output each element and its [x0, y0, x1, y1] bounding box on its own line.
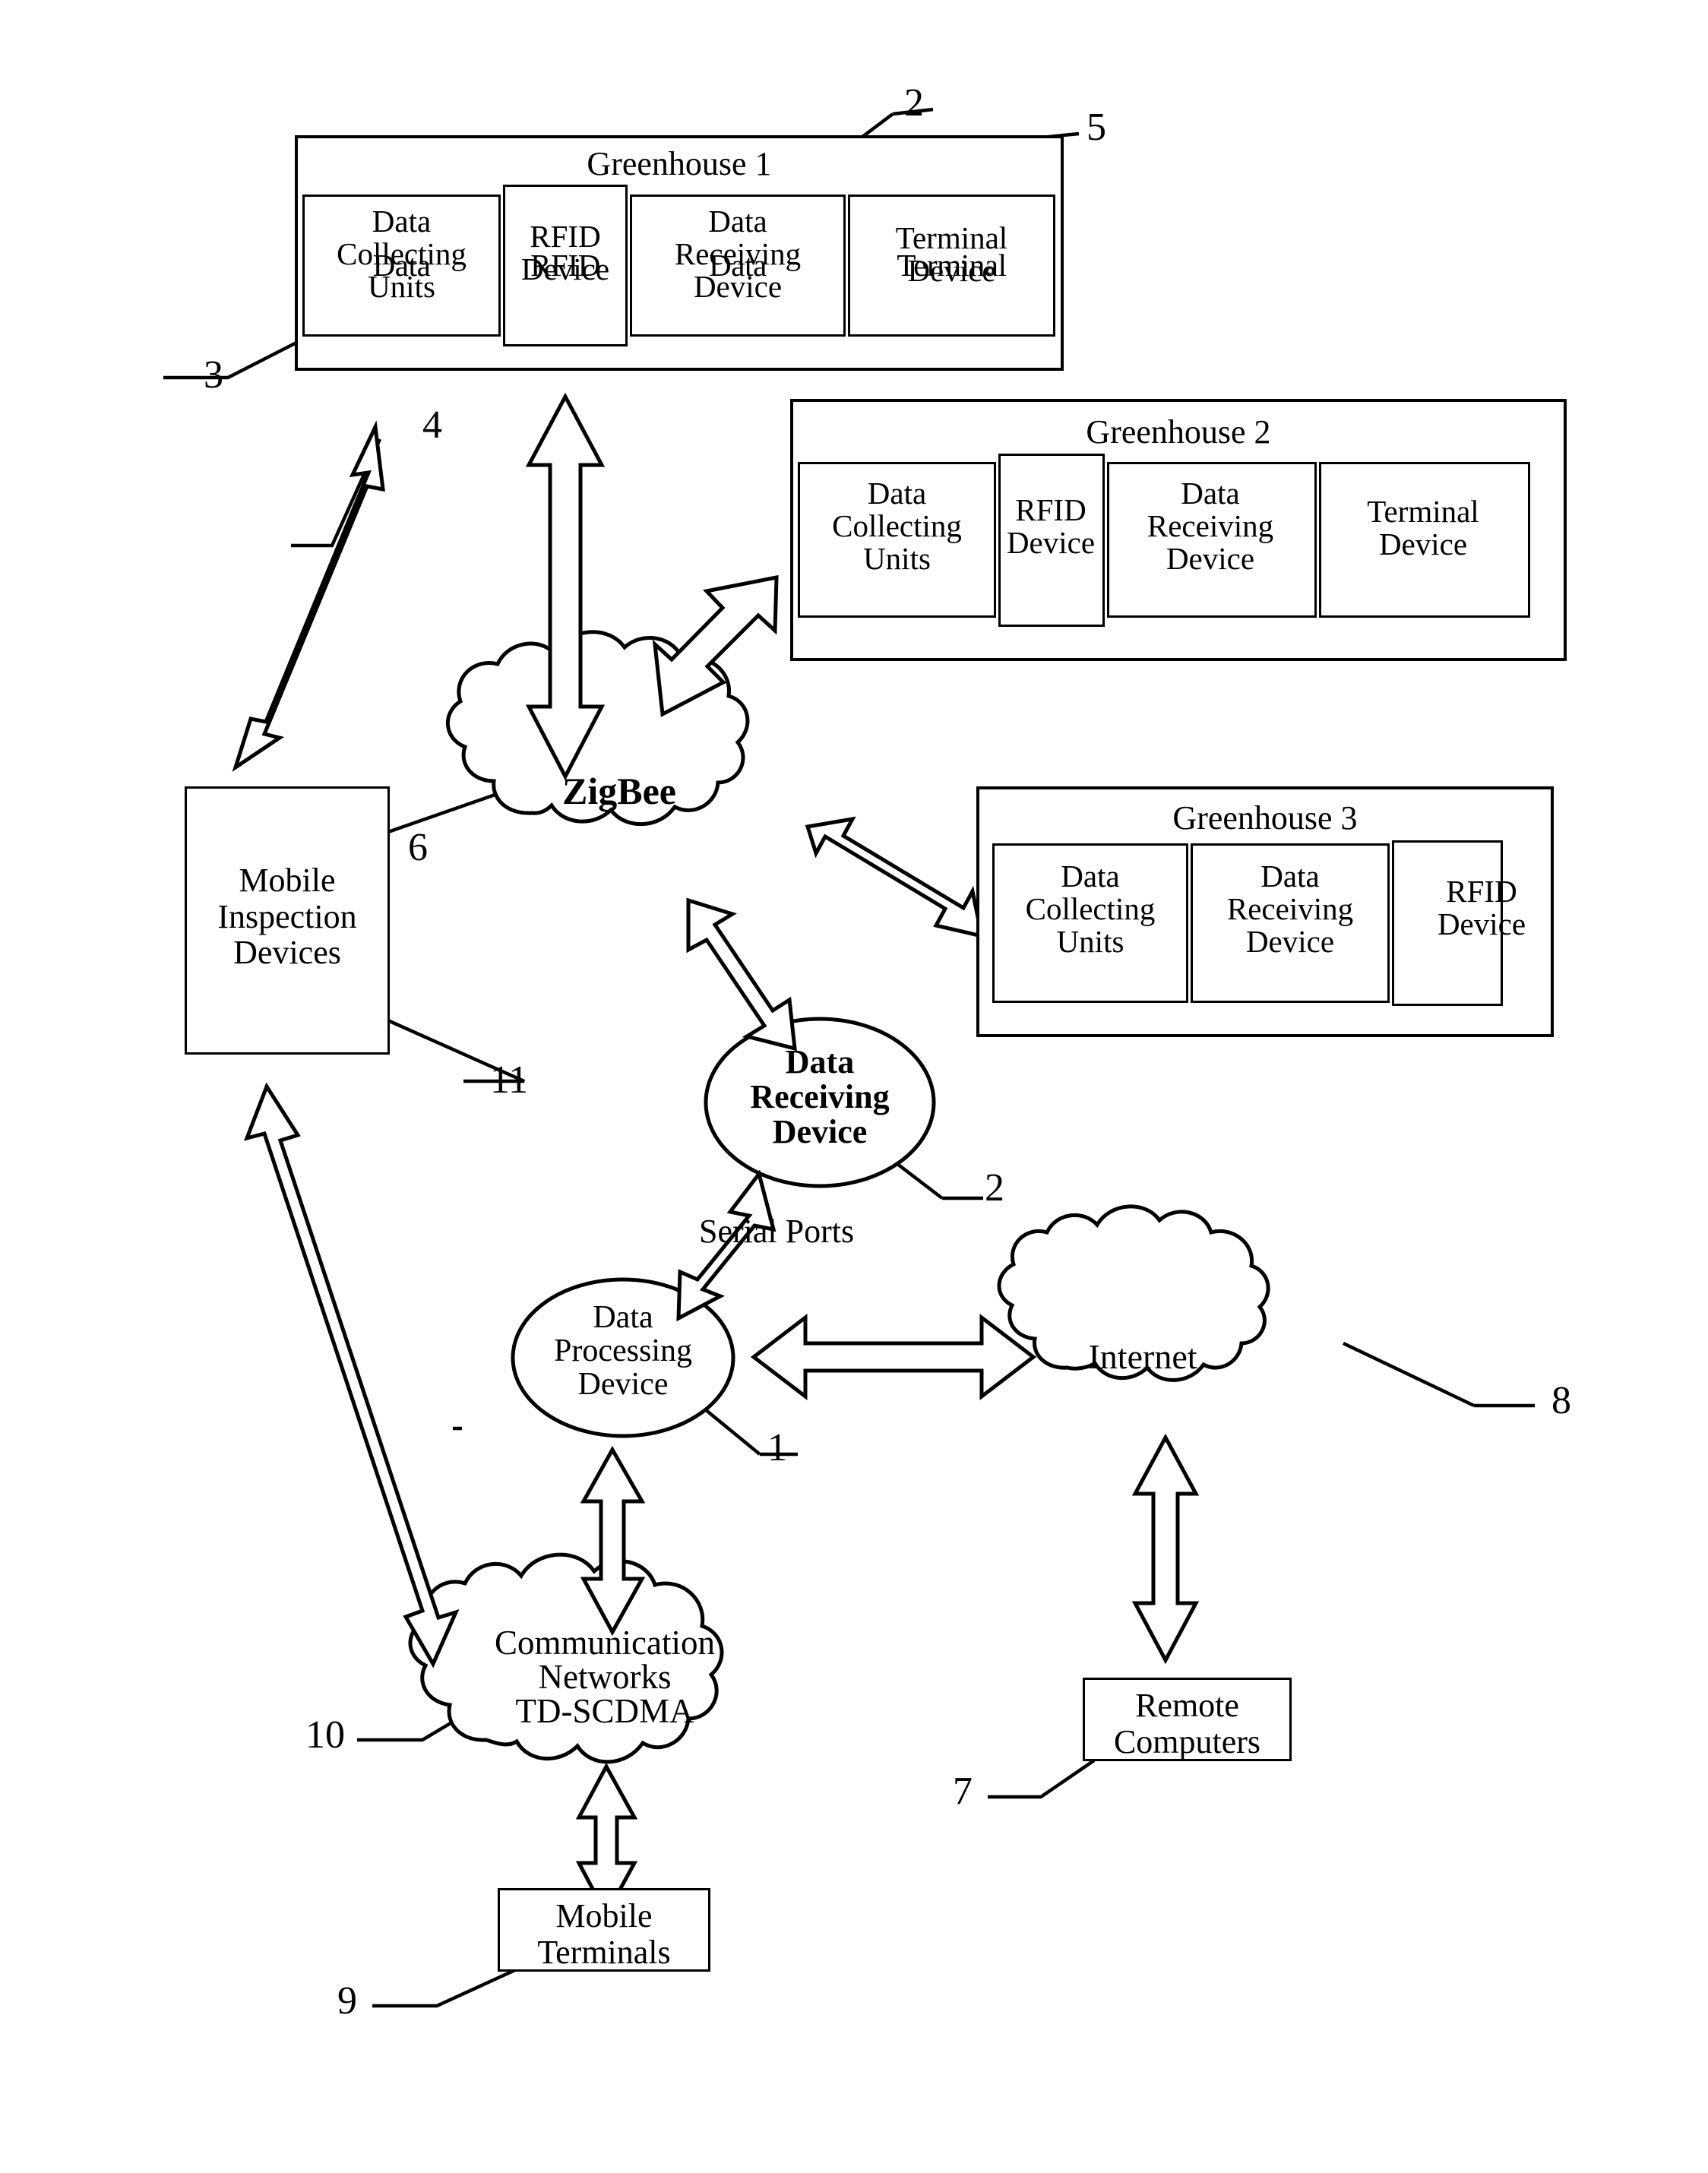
ref-numeral-2-middle: 2 — [985, 1166, 1004, 1210]
communication-networks-cloud-shape — [408, 1552, 724, 1764]
arrow-data-processing-to-internet — [750, 1313, 1037, 1401]
ref-numeral-9: 9 — [337, 1979, 357, 2023]
greenhouse-2-cell-rfid-device[interactable] — [998, 454, 1105, 627]
cell-line: Data — [372, 247, 431, 283]
serial-ports-label: Serial Ports — [699, 1213, 855, 1250]
mobile-terminals-box[interactable] — [498, 1888, 710, 1972]
arrow-zigbee-to-greenhouse1 — [525, 392, 606, 781]
greenhouse-1-cell-data-receiving-device[interactable]: Data — [630, 195, 846, 337]
greenhouse-3-cell-data-receiving-device[interactable] — [1191, 843, 1390, 1003]
greenhouse-3-cell-rfid-device[interactable] — [1392, 840, 1503, 1006]
leader-line-ref-8 — [1343, 1341, 1535, 1408]
data-receiving-device-ellipse — [704, 1017, 936, 1188]
arrow-zigbee-to-data-receiving-device — [686, 897, 797, 1052]
ref-numeral-2-top: 2 — [904, 81, 924, 125]
leader-line-ref-9 — [372, 1967, 517, 2008]
patent-figure-canvas: .ol { fill:none; stroke:#000; stroke-wid… — [0, 0, 1708, 2173]
internet-cloud-shape — [997, 1204, 1270, 1382]
greenhouse-1-cell-data-collecting-units[interactable]: Data — [302, 195, 501, 337]
greenhouse-2-cell-terminal-device[interactable] — [1319, 462, 1530, 618]
greenhouse-2-title: Greenhouse 2 — [1086, 413, 1271, 451]
greenhouse-3-cells — [992, 840, 1539, 1006]
ref-numeral-10: 10 — [305, 1713, 345, 1757]
cell-line: Terminal — [897, 247, 1007, 283]
cell-line: Data — [709, 247, 767, 283]
arrow-internet-to-remote-computers — [1131, 1433, 1200, 1665]
greenhouse-3-title: Greenhouse 3 — [1172, 799, 1358, 837]
mobile-inspection-devices-box[interactable] — [185, 786, 390, 1055]
greenhouse-2-cells — [798, 454, 1559, 627]
arrow-zigbee-to-greenhouse3 — [805, 816, 985, 939]
ref-numeral-5: 5 — [1086, 106, 1106, 149]
remote-computers-box[interactable] — [1083, 1678, 1292, 1761]
greenhouse-2-cell-data-receiving-device[interactable] — [1107, 462, 1317, 618]
ref-numeral-3: 3 — [204, 353, 223, 397]
ref-numeral-1: 1 — [767, 1426, 787, 1469]
ref-numeral-7: 7 — [953, 1770, 973, 1813]
greenhouse-1-cell-terminal-device[interactable]: Terminal — [848, 195, 1055, 337]
leader-line-ref-7 — [988, 1759, 1096, 1799]
greenhouse-1-title: Greenhouse 1 — [587, 145, 772, 182]
greenhouse-3-cell-data-collecting-units[interactable] — [992, 843, 1188, 1003]
cell-line: RFID — [530, 247, 600, 283]
greenhouse-2-cell-data-collecting-units[interactable] — [798, 462, 996, 618]
ref-numeral-4: 4 — [422, 403, 442, 447]
greenhouse-1-cell-rfid-device[interactable]: RFID — [503, 185, 628, 346]
ref-numeral-6: 6 — [408, 826, 428, 869]
ref-numeral-8: 8 — [1551, 1379, 1571, 1422]
ref-numeral-11: 11 — [490, 1058, 529, 1102]
greenhouse-1-cells: Data RFID Data Terminal — [302, 185, 1056, 346]
arrow-mobile-inspection-to-communication-networks — [243, 1082, 460, 1668]
